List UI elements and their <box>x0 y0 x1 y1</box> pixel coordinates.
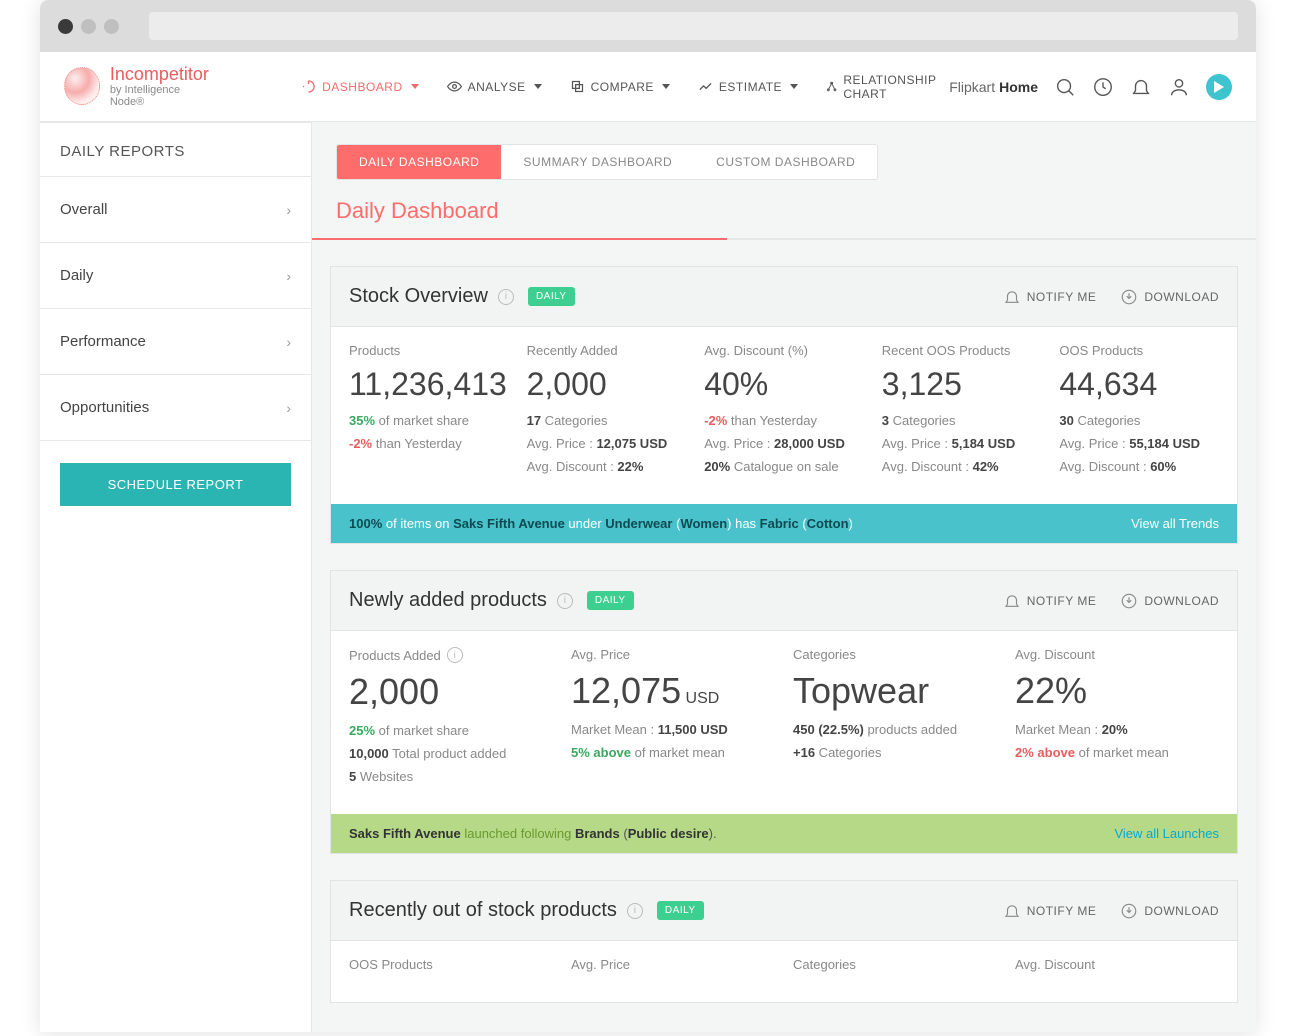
tab-custom-dashboard[interactable]: CUSTOM DASHBOARD <box>694 145 877 179</box>
card-recently-oos: Recently out of stock products i DAILY N… <box>330 880 1238 1003</box>
logo-name: Incompetitor <box>110 65 211 85</box>
view-all-launches-link[interactable]: View all Launches <box>1114 826 1219 841</box>
download-button[interactable]: DOWNLOAD <box>1120 288 1219 306</box>
logo-icon <box>64 67 100 105</box>
nav-dashboard[interactable]: DASHBOARD <box>301 73 419 101</box>
nav-analyse-label: ANALYSE <box>468 80 526 94</box>
info-icon[interactable]: i <box>627 903 643 919</box>
stat-oos: OOS Products 44,634 30 Categories Avg. P… <box>1059 343 1219 482</box>
chevron-right-icon: › <box>286 334 291 350</box>
search-icon[interactable] <box>1054 76 1076 98</box>
chevron-right-icon: › <box>286 400 291 416</box>
main-content: DAILY DASHBOARD SUMMARY DASHBOARD CUSTOM… <box>312 122 1256 1032</box>
dashboard-tabs: DAILY DASHBOARD SUMMARY DASHBOARD CUSTOM… <box>336 144 878 180</box>
logo-byline: by Intelligence Node® <box>110 84 211 108</box>
launches-banner: Saks Fifth Avenue launched following Bra… <box>331 814 1237 853</box>
download-button[interactable]: DOWNLOAD <box>1120 902 1219 920</box>
history-icon[interactable] <box>1092 76 1114 98</box>
download-icon <box>1120 592 1138 610</box>
tab-daily-dashboard[interactable]: DAILY DASHBOARD <box>337 145 501 179</box>
stat-avg-price: Avg. Price <box>571 957 775 980</box>
chevron-right-icon: › <box>286 202 291 218</box>
nav-estimate-label: ESTIMATE <box>719 80 782 94</box>
nav-estimate[interactable]: ESTIMATE <box>698 73 798 101</box>
nav-relchart-label: RELATIONSHIP CHART <box>843 73 949 101</box>
info-icon[interactable]: i <box>498 289 514 305</box>
top-nav: Incompetitor by Intelligence Node® DASHB… <box>40 52 1256 122</box>
download-icon <box>1120 288 1138 306</box>
card-title: Newly added products <box>349 589 547 612</box>
notify-me-button[interactable]: NOTIFY ME <box>1003 902 1097 920</box>
logo: Incompetitor by Intelligence Node® <box>64 65 211 109</box>
trend-icon <box>698 79 713 94</box>
card-title: Recently out of stock products <box>349 899 617 922</box>
stat-recent-oos: Recent OOS Products 3,125 3 Categories A… <box>882 343 1042 482</box>
stat-avg-discount: Avg. Discount 22% Market Mean : 20% 2% a… <box>1015 647 1219 792</box>
nav-compare[interactable]: COMPARE <box>570 73 670 101</box>
daily-badge: DAILY <box>528 287 575 306</box>
user-context[interactable]: Flipkart Home <box>949 79 1038 95</box>
sidebar-item-daily[interactable]: Daily› <box>40 243 311 309</box>
info-icon[interactable]: i <box>557 593 573 609</box>
user-icon[interactable] <box>1168 76 1190 98</box>
stat-products-added: Products Addedi 2,000 25% of market shar… <box>349 647 553 792</box>
tab-summary-dashboard[interactable]: SUMMARY DASHBOARD <box>501 145 694 179</box>
play-button[interactable] <box>1206 74 1232 100</box>
nav-relchart[interactable]: RELATIONSHIP CHART <box>826 73 949 101</box>
bell-icon <box>1003 592 1021 610</box>
trends-banner: 100% of items on Saks Fifth Avenue under… <box>331 504 1237 543</box>
bell-icon[interactable] <box>1130 76 1152 98</box>
eye-icon <box>447 79 462 94</box>
bell-icon <box>1003 902 1021 920</box>
stat-products: Products 11,236,413 35% of market share … <box>349 343 509 482</box>
sidebar-item-opportunities[interactable]: Opportunities› <box>40 375 311 441</box>
daily-badge: DAILY <box>587 591 634 610</box>
download-button[interactable]: DOWNLOAD <box>1120 592 1219 610</box>
stat-avg-discount: Avg. Discount <box>1015 957 1219 980</box>
graph-icon <box>826 79 837 94</box>
nav-analyse[interactable]: ANALYSE <box>447 73 542 101</box>
sidebar-item-overall[interactable]: Overall› <box>40 177 311 243</box>
stat-avg-discount: Avg. Discount (%) 40% -2% than Yesterday… <box>704 343 864 482</box>
page-title: Daily Dashboard <box>312 180 1256 238</box>
card-newly-added: Newly added products i DAILY NOTIFY ME D… <box>330 570 1238 854</box>
info-icon[interactable]: i <box>447 647 463 663</box>
url-bar[interactable] <box>149 12 1238 40</box>
stat-categories: Categories Topwear 450 (22.5%) products … <box>793 647 997 792</box>
sidebar-item-performance[interactable]: Performance› <box>40 309 311 375</box>
view-all-trends-link[interactable]: View all Trends <box>1131 516 1219 531</box>
daily-badge: DAILY <box>657 901 704 920</box>
chevron-right-icon: › <box>286 268 291 284</box>
card-title: Stock Overview <box>349 285 488 308</box>
copy-icon <box>570 79 585 94</box>
browser-chrome <box>40 0 1256 52</box>
stat-recently-added: Recently Added 2,000 17 Categories Avg. … <box>527 343 687 482</box>
stat-categories: Categories <box>793 957 997 980</box>
nav-dashboard-label: DASHBOARD <box>322 80 403 94</box>
notify-me-button[interactable]: NOTIFY ME <box>1003 288 1097 306</box>
download-icon <box>1120 902 1138 920</box>
sidebar-title: DAILY REPORTS <box>40 122 311 177</box>
card-stock-overview: Stock Overview i DAILY NOTIFY ME DOWNLOA… <box>330 266 1238 544</box>
notify-me-button[interactable]: NOTIFY ME <box>1003 592 1097 610</box>
schedule-report-button[interactable]: SCHEDULE REPORT <box>60 463 291 506</box>
gauge-icon <box>301 79 316 94</box>
stat-avg-price: Avg. Price 12,075 USD Market Mean : 11,5… <box>571 647 775 792</box>
sidebar: DAILY REPORTS Overall› Daily› Performanc… <box>40 122 312 1032</box>
bell-icon <box>1003 288 1021 306</box>
nav-compare-label: COMPARE <box>591 80 654 94</box>
stat-oos-products: OOS Products <box>349 957 553 980</box>
